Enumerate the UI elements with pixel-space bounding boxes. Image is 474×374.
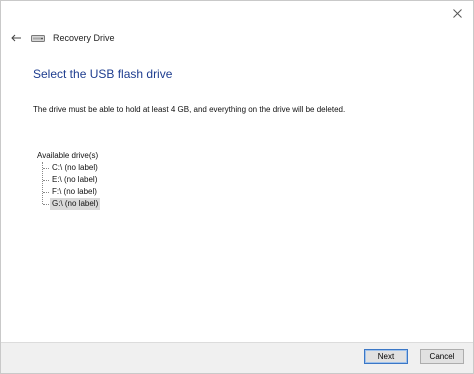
recovery-drive-window: Recovery Drive Select the USB flash driv… [0, 0, 474, 374]
close-icon [452, 8, 462, 18]
drive-icon [31, 32, 47, 44]
drive-tree-root[interactable]: Available drive(s) [37, 150, 100, 162]
drive-item-label: C:\ (no label) [52, 163, 98, 172]
page-description: The drive must be able to hold at least … [33, 105, 346, 114]
drive-item-g[interactable]: G:\ (no label) [43, 198, 101, 210]
cancel-button[interactable]: Cancel [420, 349, 464, 364]
wizard-header: Recovery Drive [9, 30, 115, 46]
page-title: Select the USB flash drive [33, 67, 173, 81]
drive-item-label: F:\ (no label) [52, 187, 97, 196]
drive-item-label: G:\ (no label) [50, 198, 101, 210]
drive-item-label: E:\ (no label) [52, 175, 98, 184]
drive-item-f[interactable]: F:\ (no label) [43, 186, 100, 198]
window-title: Recovery Drive [53, 33, 115, 43]
close-button[interactable] [449, 5, 465, 21]
next-button[interactable]: Next [364, 349, 408, 364]
wizard-footer: Next Cancel [1, 342, 473, 373]
back-arrow-icon [11, 34, 21, 42]
drive-item-e[interactable]: E:\ (no label) [43, 174, 100, 186]
drive-tree-items: C:\ (no label) E:\ (no label) F:\ (no la… [42, 162, 101, 210]
drive-tree: Available drive(s) C:\ (no label) E:\ (n… [37, 150, 101, 210]
back-button[interactable] [9, 31, 23, 45]
drive-item-c[interactable]: C:\ (no label) [43, 162, 100, 174]
